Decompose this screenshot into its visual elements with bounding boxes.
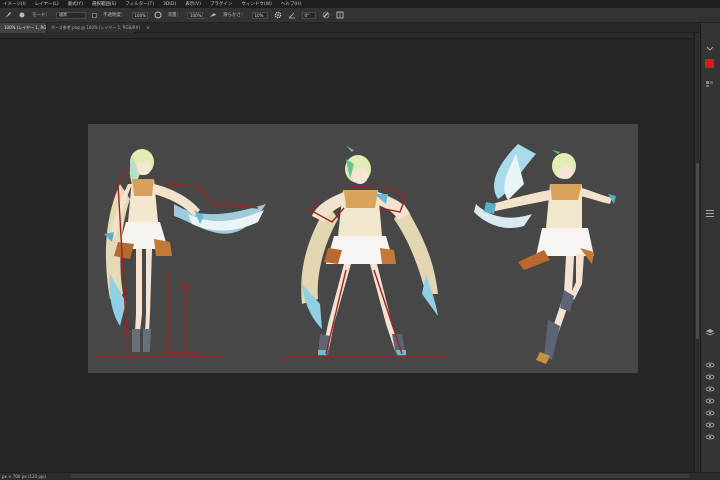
angle-field[interactable]: 0° <box>301 11 316 19</box>
figure-center-wide-stance <box>301 146 438 356</box>
airbrush-icon[interactable] <box>209 11 217 19</box>
document-canvas[interactable] <box>88 124 638 373</box>
workspace[interactable] <box>0 39 694 472</box>
blend-mode-select[interactable]: 通常 <box>56 11 86 19</box>
menu-item-help[interactable]: ヘルプ(H) <box>281 1 301 7</box>
menu-item-plugins[interactable]: プラグイン <box>210 1 233 7</box>
pressure-size-icon[interactable] <box>322 11 330 19</box>
flow-label: 流量： <box>167 13 182 18</box>
tab-document-active[interactable]: 100% (レイヤー 1, RGB/8) * × <box>0 23 68 33</box>
photoshop-window: イメージ(I) レイヤー(L) 書式(Y) 選択範囲(S) フィルター(T) 3… <box>0 0 720 480</box>
layers-panel-icon[interactable] <box>705 323 715 342</box>
tab-document-pose-reference[interactable]: ポーズ参考.png @ 100% (レイヤー 1, RGB/8#) × <box>46 23 150 33</box>
menu-bar: イメージ(I) レイヤー(L) 書式(Y) 選択範囲(S) フィルター(T) 3… <box>0 0 720 8</box>
menu-item-filter[interactable]: フィルター(T) <box>125 1 154 7</box>
horizontal-scrollbar[interactable] <box>70 474 690 478</box>
swatches-panel-icon[interactable] <box>705 73 715 92</box>
panel-collapse-icon[interactable] <box>705 37 715 56</box>
tab-label: ポーズ参考.png @ 100% (レイヤー 1, RGB/8#) <box>51 25 141 30</box>
menu-item-view[interactable]: 表示(V) <box>185 1 201 7</box>
figure-left-standing-pose <box>104 149 266 352</box>
tool-options-bar: モード： 通常 不透明度： 100% 流量： 100% 滑らかさ： 10% 0° <box>0 8 720 23</box>
layer-visibility-eye-icon[interactable] <box>705 425 715 444</box>
opacity-pressure-toggle[interactable] <box>92 12 97 18</box>
canvas-artwork <box>94 144 616 364</box>
smoothing-field[interactable]: 10% <box>251 11 268 19</box>
vertical-scroll-thumb[interactable] <box>696 163 699 339</box>
flow-field[interactable]: 100% <box>187 11 203 19</box>
mode-label: モード： <box>32 13 50 18</box>
opacity-field[interactable]: 100% <box>131 11 148 19</box>
right-panel-dock <box>700 23 720 472</box>
menu-item-type[interactable]: 書式(Y) <box>68 1 83 7</box>
menu-item-layer[interactable]: レイヤー(L) <box>35 1 59 7</box>
opacity-label: 不透明度： <box>103 13 126 18</box>
menu-item-window[interactable]: ウィンドウ(W) <box>241 1 271 7</box>
smoothing-settings-gear-icon[interactable] <box>274 11 282 19</box>
figure-right-dynamic-pose <box>474 144 616 364</box>
symmetry-icon[interactable] <box>336 11 344 19</box>
smoothing-label: 滑らかさ： <box>223 13 246 18</box>
menu-item-select[interactable]: 選択範囲(S) <box>92 1 116 7</box>
properties-panel-icon[interactable] <box>705 203 715 222</box>
foreground-color-swatch[interactable] <box>705 59 714 68</box>
brush-tool-icon[interactable] <box>4 11 12 19</box>
brush-preset-icon[interactable] <box>18 11 26 19</box>
horizontal-scroll-thumb[interactable] <box>70 474 690 478</box>
menu-item-image[interactable]: イメージ(I) <box>3 1 26 7</box>
pressure-opacity-icon[interactable] <box>154 11 162 19</box>
close-tab-icon[interactable]: × <box>146 26 150 31</box>
document-size-status: px × 700 px (120 ppi) <box>2 474 47 479</box>
document-tab-bar: 100% (レイヤー 1, RGB/8) * × ポーズ参考.png @ 100… <box>0 23 720 33</box>
angle-icon <box>288 11 296 19</box>
menu-item-3d[interactable]: 3D(D) <box>163 2 176 7</box>
